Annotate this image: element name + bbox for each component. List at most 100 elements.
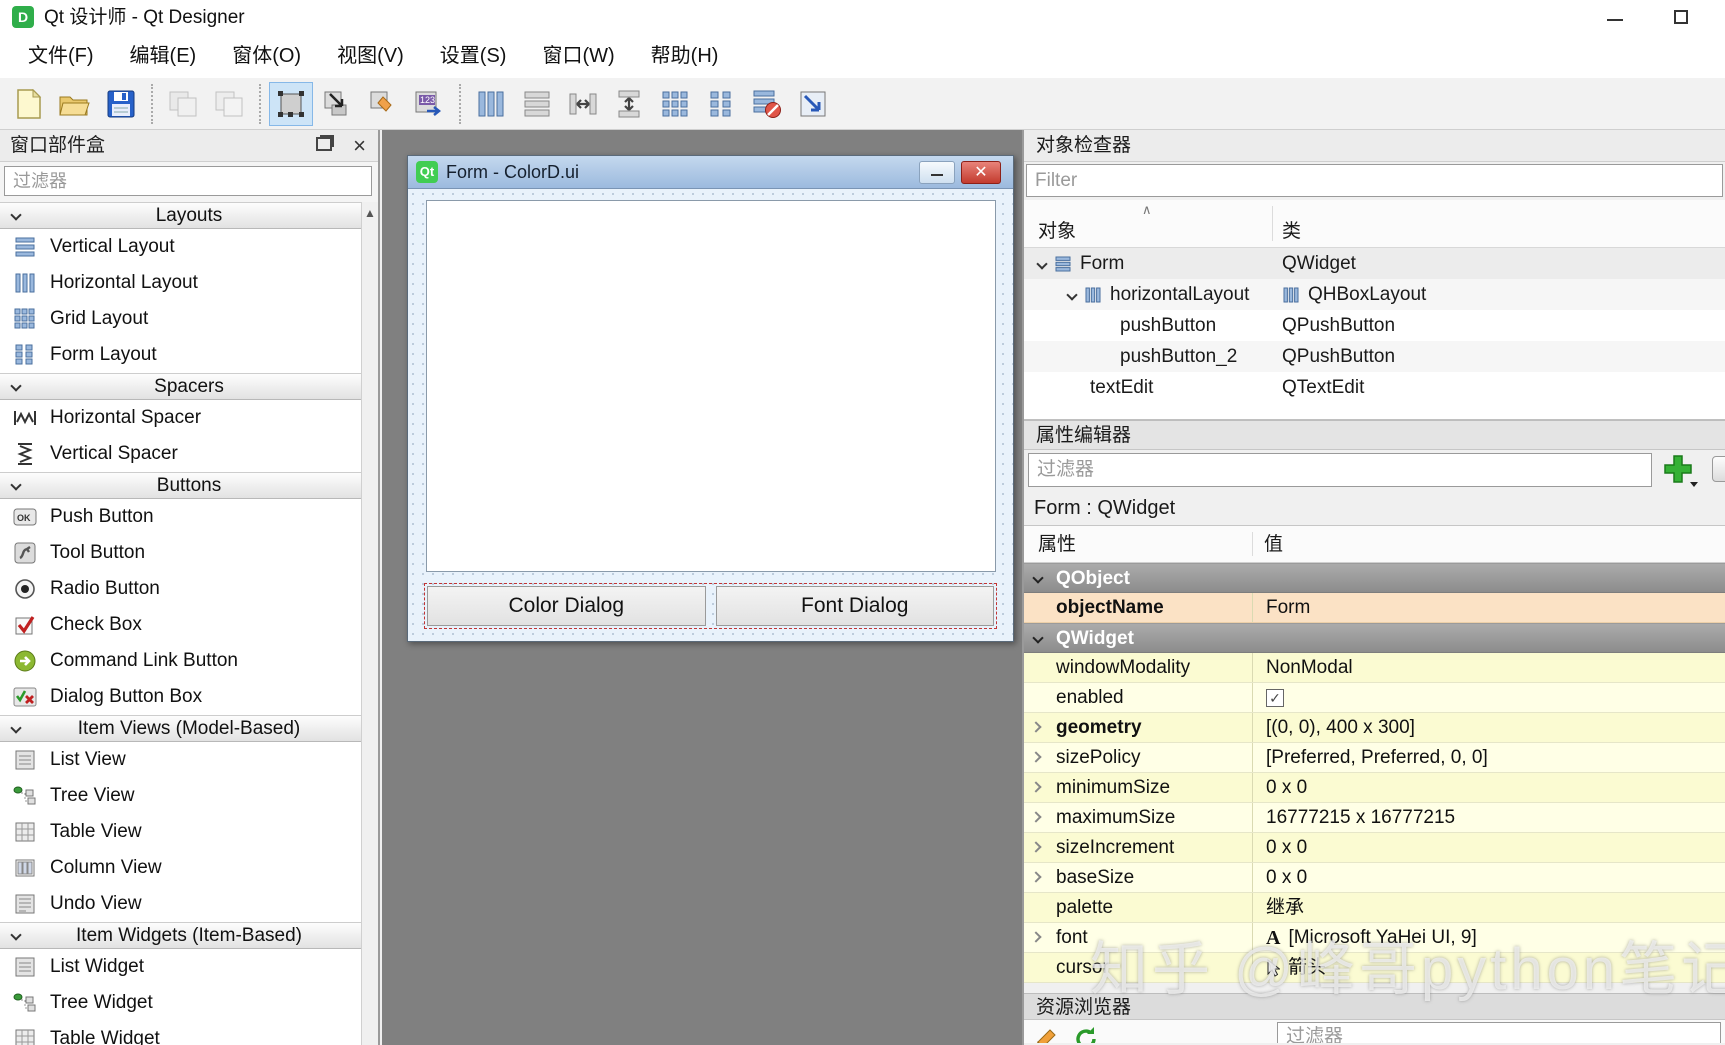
- property-row-enabled[interactable]: enabled ✓: [1024, 683, 1725, 713]
- form-minimize-button[interactable]: [919, 161, 955, 184]
- property-value[interactable]: 0 x 0: [1266, 863, 1307, 893]
- menu-view[interactable]: 视图(V): [319, 35, 422, 78]
- column-divider[interactable]: [1252, 532, 1253, 556]
- enabled-checkbox[interactable]: ✓: [1266, 689, 1284, 707]
- new-file-button[interactable]: [7, 82, 51, 126]
- adjust-size-button[interactable]: [791, 82, 835, 126]
- section-spacers[interactable]: Spacers: [0, 373, 378, 400]
- menu-form[interactable]: 窗体(O): [214, 35, 319, 78]
- remove-dynamic-property-button[interactable]: [1712, 456, 1725, 482]
- tree-row-pushbutton-2[interactable]: pushButton_2 QPushButton: [1024, 341, 1725, 372]
- break-layout-button[interactable]: [745, 82, 789, 126]
- property-row-objectname[interactable]: objectName Form: [1024, 593, 1725, 623]
- menu-window[interactable]: 窗口(W): [524, 35, 632, 78]
- wb-item-column-view[interactable]: Column View: [0, 850, 378, 886]
- expand-icon[interactable]: [1030, 751, 1041, 762]
- tree-row-textedit[interactable]: textEdit QTextEdit: [1024, 372, 1725, 403]
- color-dialog-button[interactable]: Color Dialog: [427, 586, 706, 626]
- expand-icon[interactable]: [1030, 811, 1041, 822]
- layout-vertical-button[interactable]: [515, 82, 559, 126]
- add-dynamic-property-button[interactable]: [1660, 452, 1702, 488]
- wb-item-tree-view[interactable]: Tree View: [0, 778, 378, 814]
- edit-signals-slots-button[interactable]: [315, 82, 359, 126]
- tree-row-form[interactable]: Form QWidget: [1024, 248, 1725, 279]
- widget-box-scrollbar[interactable]: ▲: [361, 202, 378, 1045]
- property-row-minimumsize[interactable]: minimumSize 0 x 0: [1024, 773, 1725, 803]
- menu-edit[interactable]: 编辑(E): [112, 35, 215, 78]
- section-item-widgets[interactable]: Item Widgets (Item-Based): [0, 922, 378, 949]
- layout-grid-button[interactable]: [653, 82, 697, 126]
- property-value[interactable]: 箭头: [1288, 953, 1326, 983]
- tree-row-pushbutton[interactable]: pushButton QPushButton: [1024, 310, 1725, 341]
- property-value[interactable]: [Preferred, Preferred, 0, 0]: [1266, 743, 1488, 773]
- wb-item-list-view[interactable]: List View: [0, 742, 378, 778]
- expand-icon[interactable]: [1030, 871, 1041, 882]
- reload-resources-button[interactable]: [1072, 1022, 1106, 1043]
- menu-help[interactable]: 帮助(H): [633, 35, 737, 78]
- group-qwidget[interactable]: QWidget: [1024, 623, 1725, 653]
- property-row-sizeincrement[interactable]: sizeIncrement 0 x 0: [1024, 833, 1725, 863]
- object-inspector-column-header[interactable]: ∧ 对象 类: [1024, 200, 1725, 248]
- property-value[interactable]: 0 x 0: [1266, 773, 1307, 803]
- wb-item-horizontal-spacer[interactable]: Horizontal Spacer: [0, 400, 378, 436]
- property-row-cursor[interactable]: cursor 箭头: [1024, 953, 1725, 983]
- wb-item-radio-button[interactable]: Radio Button: [0, 571, 378, 607]
- property-value[interactable]: [(0, 0), 400 x 300]: [1266, 713, 1415, 743]
- object-inspector-filter-input[interactable]: [1026, 164, 1723, 197]
- edit-tab-order-button[interactable]: 123: [407, 82, 451, 126]
- wb-item-vertical-spacer[interactable]: Vertical Spacer: [0, 436, 378, 472]
- form-close-button[interactable]: ✕: [961, 161, 1001, 184]
- layout-horizontal-button[interactable]: [469, 82, 513, 126]
- property-row-geometry[interactable]: geometry [(0, 0), 400 x 300]: [1024, 713, 1725, 743]
- property-row-font[interactable]: font A[Microsoft YaHei UI, 9]: [1024, 923, 1725, 953]
- save-button[interactable]: [99, 82, 143, 126]
- expand-icon[interactable]: [1030, 931, 1041, 942]
- property-editor-column-header[interactable]: 属性 值: [1024, 526, 1725, 563]
- edit-widgets-button[interactable]: [269, 82, 313, 126]
- wb-item-undo-view[interactable]: Undo View: [0, 886, 378, 922]
- property-row-maximumsize[interactable]: maximumSize 16777215 x 16777215: [1024, 803, 1725, 833]
- expand-icon[interactable]: [1030, 721, 1041, 732]
- wb-item-table-view[interactable]: Table View: [0, 814, 378, 850]
- minimize-button[interactable]: [1585, 0, 1645, 35]
- edit-resources-button[interactable]: [1032, 1022, 1066, 1043]
- resource-filter-input[interactable]: [1277, 1022, 1721, 1043]
- menu-settings[interactable]: 设置(S): [422, 35, 525, 78]
- wb-item-push-button[interactable]: OK Push Button: [0, 499, 378, 535]
- expand-icon[interactable]: [1030, 841, 1041, 852]
- section-layouts[interactable]: Layouts: [0, 202, 378, 229]
- property-value[interactable]: 0 x 0: [1266, 833, 1307, 863]
- wb-item-tree-widget[interactable]: Tree Widget: [0, 985, 378, 1021]
- open-file-button[interactable]: [53, 82, 97, 126]
- maximize-button[interactable]: [1651, 0, 1711, 35]
- wb-item-table-widget[interactable]: Table Widget: [0, 1021, 378, 1045]
- property-row-basesize[interactable]: baseSize 0 x 0: [1024, 863, 1725, 893]
- section-buttons[interactable]: Buttons: [0, 472, 378, 499]
- form-canvas[interactable]: Color Dialog Font Dialog: [408, 189, 1013, 641]
- property-value[interactable]: [Microsoft YaHei UI, 9]: [1288, 923, 1476, 953]
- group-qobject[interactable]: QObject: [1024, 563, 1725, 593]
- window-cascade-button[interactable]: [161, 82, 205, 126]
- section-item-views[interactable]: Item Views (Model-Based): [0, 715, 378, 742]
- form-designer-window[interactable]: Qt Form - ColorD.ui ✕ Color Dialog Font …: [407, 155, 1014, 642]
- dock-close-button[interactable]: ×: [353, 132, 366, 160]
- form-window-titlebar[interactable]: Qt Form - ColorD.ui ✕: [408, 156, 1013, 189]
- expand-icon[interactable]: [1030, 781, 1041, 792]
- wb-item-list-widget[interactable]: List Widget: [0, 949, 378, 985]
- widget-box-filter-input[interactable]: [4, 166, 372, 196]
- window-cascade-2-button[interactable]: [207, 82, 251, 126]
- horizontal-layout-widget[interactable]: Color Dialog Font Dialog: [424, 583, 997, 629]
- wb-item-vertical-layout[interactable]: Vertical Layout: [0, 229, 378, 265]
- edit-buddies-button[interactable]: [361, 82, 405, 126]
- property-row-windowmodality[interactable]: windowModality NonModal: [1024, 653, 1725, 683]
- wb-item-dialog-button-box[interactable]: Dialog Button Box: [0, 679, 378, 715]
- wb-item-form-layout[interactable]: Form Layout: [0, 337, 378, 373]
- wb-item-command-link-button[interactable]: Command Link Button: [0, 643, 378, 679]
- column-divider[interactable]: [1272, 206, 1273, 241]
- property-value[interactable]: NonModal: [1266, 653, 1353, 683]
- property-value[interactable]: Form: [1266, 593, 1310, 623]
- wb-item-horizontal-layout[interactable]: Horizontal Layout: [0, 265, 378, 301]
- property-row-sizepolicy[interactable]: sizePolicy [Preferred, Preferred, 0, 0]: [1024, 743, 1725, 773]
- wb-item-check-box[interactable]: Check Box: [0, 607, 378, 643]
- tree-row-horizontallayout[interactable]: horizontalLayout QHBoxLayout: [1024, 279, 1725, 310]
